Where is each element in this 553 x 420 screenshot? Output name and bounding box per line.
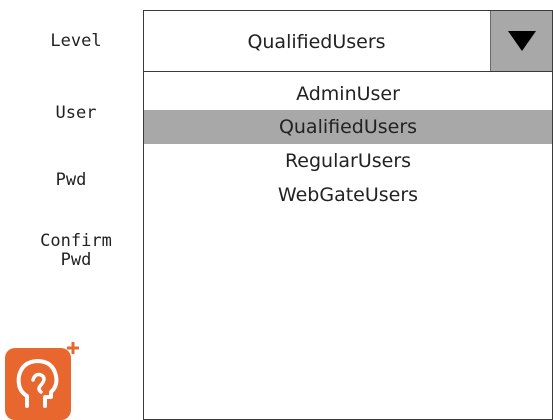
confirm-pwd-label: Confirm Pwd (22, 232, 130, 270)
confirm-pwd-label-line2: Pwd (60, 250, 92, 270)
confirm-pwd-label-line1: Confirm (40, 231, 112, 251)
triangle-down-icon (508, 31, 536, 51)
level-option-webgate-users[interactable]: WebGateUsers (144, 178, 552, 212)
head-profile-plus-icon[interactable] (3, 340, 83, 420)
user-label: User (55, 103, 97, 123)
level-option-regular-users[interactable]: RegularUsers (144, 144, 552, 178)
user-level-dialog: Level User Pwd Confirm Pwd QualifiedUser… (0, 0, 553, 420)
level-option-admin-user[interactable]: AdminUser (144, 77, 552, 111)
level-label: Level (50, 31, 102, 51)
pwd-label: Pwd (55, 170, 87, 190)
level-option-qualified-users[interactable]: QualifiedUsers (144, 110, 552, 144)
level-select[interactable]: QualifiedUsers (143, 10, 553, 72)
level-select-arrow-button[interactable] (490, 11, 552, 71)
level-select-value[interactable]: QualifiedUsers (144, 11, 489, 71)
level-dropdown-list: AdminUser QualifiedUsers RegularUsers We… (143, 72, 553, 420)
